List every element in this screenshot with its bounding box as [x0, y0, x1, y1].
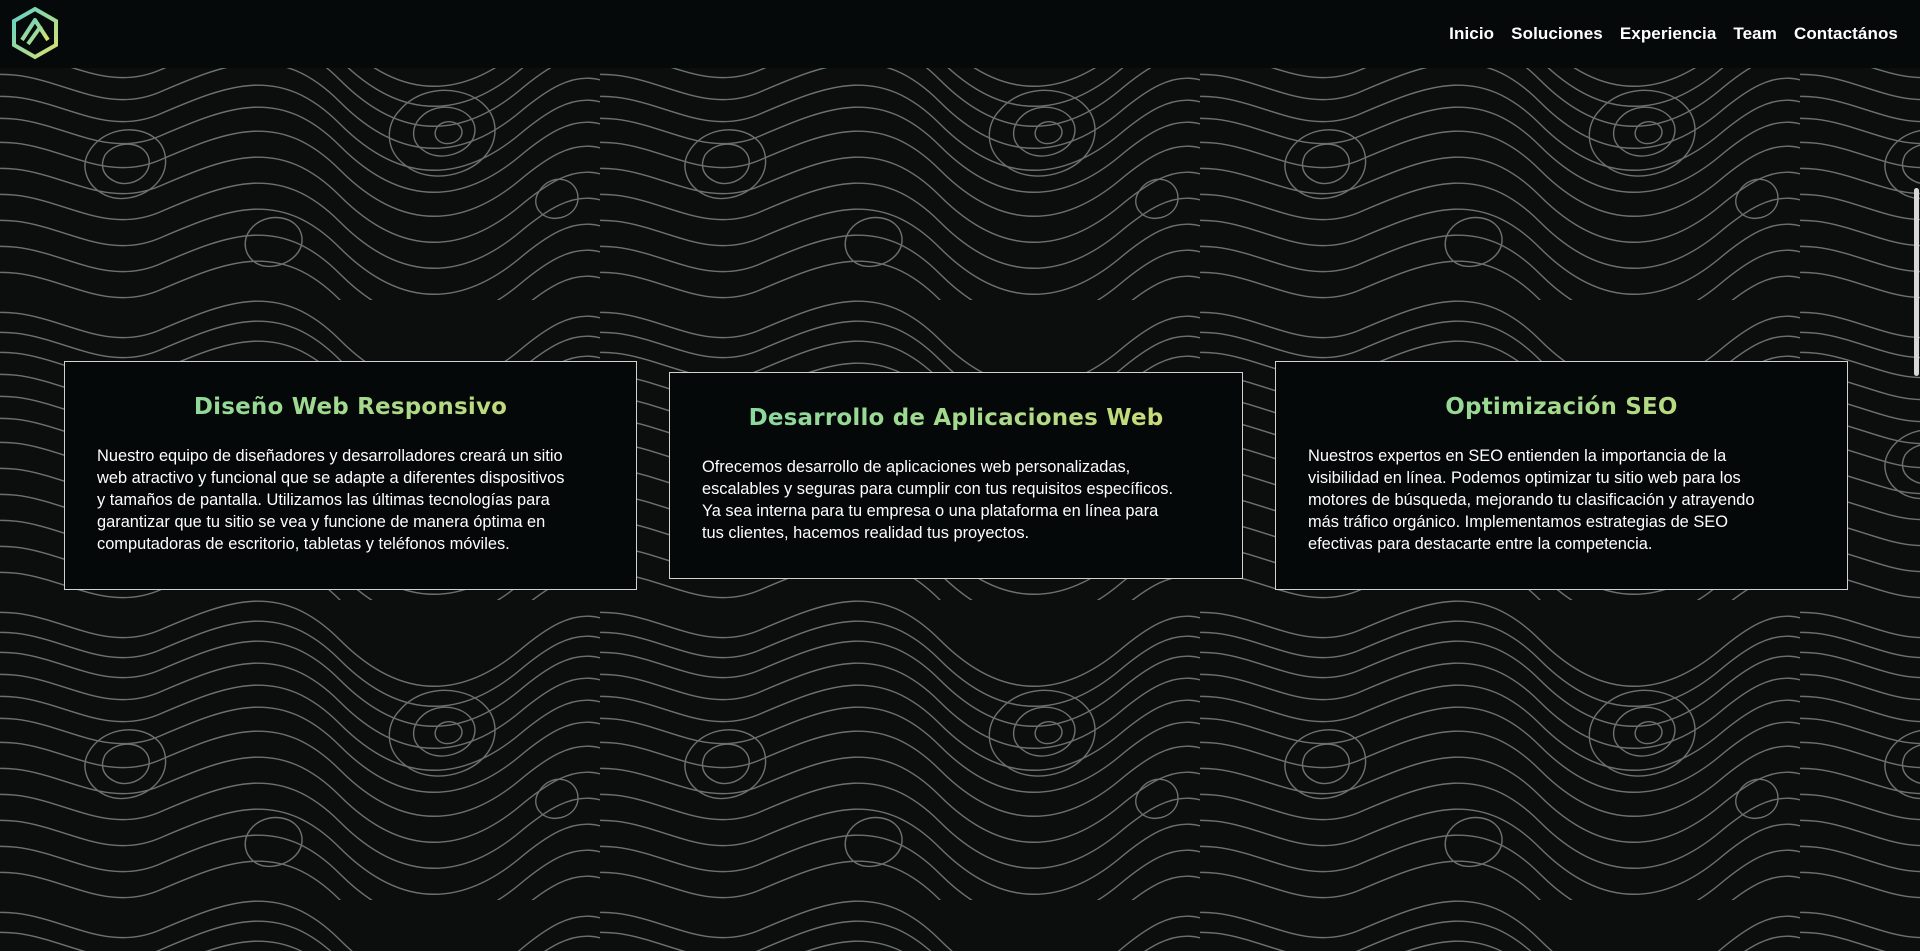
- description-line: más tráfico orgánico. Implementamos estr…: [1308, 513, 1728, 531]
- description-line: y tamaños de pantalla. Utilizamos las úl…: [97, 491, 550, 509]
- nav-link-contactanos[interactable]: Contactános: [1794, 24, 1898, 44]
- service-card-description: Nuestro equipo de diseñadores y desarrol…: [65, 445, 636, 555]
- service-card-title: Optimización SEO: [1276, 394, 1847, 420]
- description-line: motores de búsqueda, mejorando tu clasif…: [1308, 491, 1755, 509]
- service-card-title: Desarrollo de Aplicaciones Web: [670, 405, 1242, 431]
- service-card-title: Diseño Web Responsivo: [65, 394, 636, 420]
- description-line: efectivas para destacarte entre la compe…: [1308, 535, 1653, 553]
- description-line: escalables y seguras para cumplir con tu…: [702, 480, 1173, 498]
- nav-link-team[interactable]: Team: [1733, 24, 1777, 44]
- description-line: computadoras de escritorio, tabletas y t…: [97, 535, 510, 553]
- service-card-description: Nuestros expertos en SEO entienden la im…: [1276, 445, 1847, 555]
- nav-link-soluciones[interactable]: Soluciones: [1511, 24, 1603, 44]
- page: Inicio Soluciones Experiencia Team Conta…: [0, 0, 1920, 951]
- service-card-description: Ofrecemos desarrollo de aplicaciones web…: [670, 456, 1242, 544]
- service-card-web-apps: Desarrollo de Aplicaciones Web Ofrecemos…: [669, 372, 1243, 579]
- scrollbar-thumb[interactable]: [1914, 188, 1919, 376]
- description-line: visibilidad en línea. Podemos optimizar …: [1308, 469, 1741, 487]
- description-line: Ya sea interna para tu empresa o una pla…: [702, 502, 1159, 520]
- description-line: Nuestros expertos en SEO entienden la im…: [1308, 447, 1727, 465]
- nav-link-experiencia[interactable]: Experiencia: [1620, 24, 1717, 44]
- service-card-seo: Optimización SEO Nuestros expertos en SE…: [1275, 361, 1848, 590]
- description-line: tus clientes, hacemos realidad tus proye…: [702, 524, 1030, 542]
- nav-menu: Inicio Soluciones Experiencia Team Conta…: [1449, 24, 1898, 44]
- description-line: Ofrecemos desarrollo de aplicaciones web…: [702, 458, 1131, 476]
- navbar: Inicio Soluciones Experiencia Team Conta…: [0, 0, 1920, 68]
- description-line: web atractivo y funcional que se adapte …: [97, 469, 565, 487]
- description-line: Nuestro equipo de diseñadores y desarrol…: [97, 447, 563, 465]
- description-line: garantizar que tu sitio se vea y funcion…: [97, 513, 546, 531]
- service-card-responsive-design: Diseño Web Responsivo Nuestro equipo de …: [64, 361, 637, 590]
- brand-logo-icon[interactable]: [8, 6, 62, 60]
- nav-link-inicio[interactable]: Inicio: [1449, 24, 1494, 44]
